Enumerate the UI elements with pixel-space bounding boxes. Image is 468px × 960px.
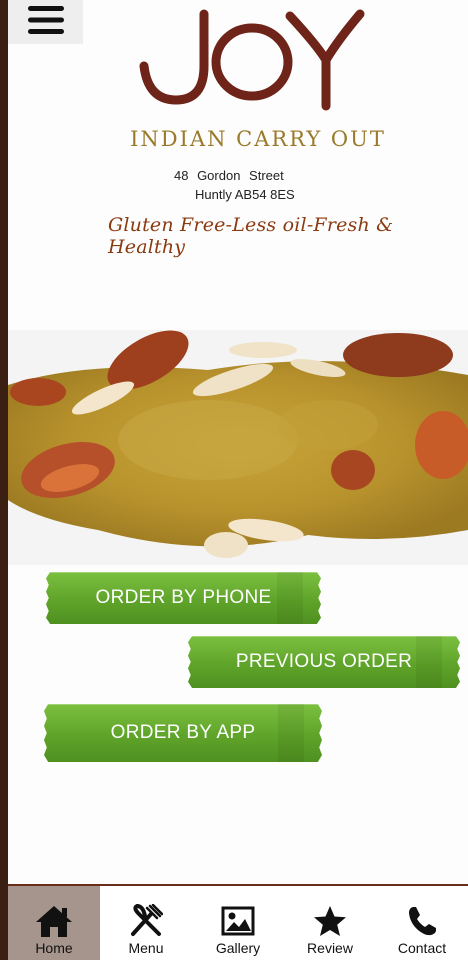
address-line-1: 48 Gordon Street	[174, 168, 284, 183]
tab-gallery[interactable]: Gallery	[192, 886, 284, 960]
image-icon	[221, 904, 255, 938]
tab-review[interactable]: Review	[284, 886, 376, 960]
fork-knife-icon	[129, 904, 163, 938]
phone-icon	[406, 904, 438, 938]
star-icon	[313, 904, 347, 938]
tab-review-label: Review	[307, 940, 353, 956]
app-screen: INDIAN CARRY OUT 48 Gordon Street Huntly…	[8, 0, 468, 960]
order-by-phone-button[interactable]: ORDER BY PHONE	[46, 572, 321, 624]
tab-gallery-label: Gallery	[215, 940, 261, 956]
tab-menu-label: Menu	[128, 940, 164, 956]
joy-logo	[138, 4, 378, 119]
home-icon	[34, 904, 74, 938]
address: 48 Gordon Street Huntly AB54 8ES	[174, 166, 295, 204]
logo-subtitle: INDIAN CARRY OUT	[130, 127, 386, 151]
tab-home-label: Home	[35, 940, 73, 956]
menu-button[interactable]	[8, 0, 83, 44]
order-by-app-button[interactable]: ORDER BY APP	[44, 704, 322, 762]
tab-home[interactable]: Home	[8, 886, 100, 960]
tagline: Gluten Free-Less oil-Fresh & Healthy	[108, 214, 394, 258]
address-line-2: Huntly AB54 8ES	[195, 187, 295, 202]
tab-contact[interactable]: Contact	[376, 886, 468, 960]
hamburger-icon	[27, 5, 64, 40]
tab-menu[interactable]: Menu	[100, 886, 192, 960]
hero-food-image	[8, 330, 468, 565]
previous-order-button[interactable]: PREVIOUS ORDER	[188, 636, 460, 688]
tab-contact-label: Contact	[397, 940, 447, 956]
bottom-tab-bar: Home Menu Gallery Review Contact	[8, 884, 468, 960]
